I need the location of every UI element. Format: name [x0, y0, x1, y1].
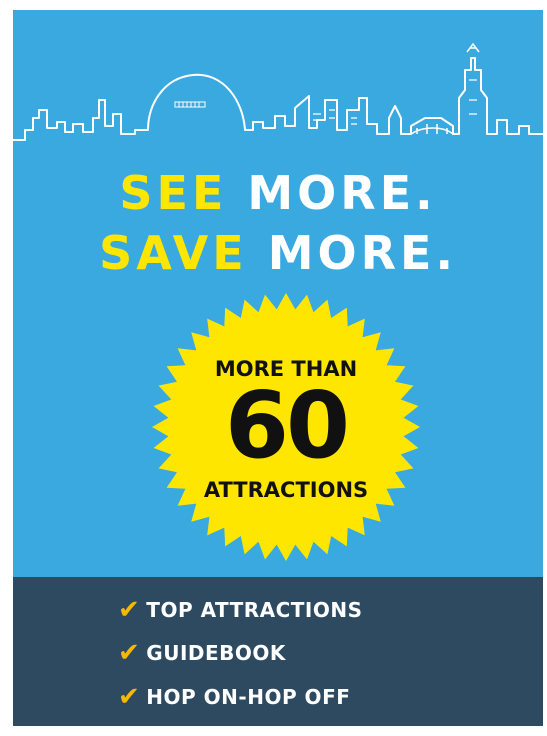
- feature-item-hop-on-hop-off: ✔ HOP ON-HOP OFF: [118, 684, 350, 710]
- promo-card: SEE MORE. SAVE MORE. MORE THAN 60 ATTRAC…: [13, 10, 543, 726]
- headline-more-word-2: MORE.: [267, 226, 457, 280]
- city-skyline-illustration: [13, 42, 543, 141]
- feature-label: TOP ATTRACTIONS: [146, 598, 363, 622]
- badge-bottom-text: ATTRACTIONS: [203, 478, 369, 502]
- feature-label: GUIDEBOOK: [146, 641, 286, 665]
- feature-item-guidebook: ✔ GUIDEBOOK: [118, 640, 286, 666]
- checkmark-icon: ✔: [118, 595, 141, 625]
- headline-see-more: SEE MORE.: [13, 170, 543, 216]
- attractions-badge: MORE THAN 60 ATTRACTIONS: [151, 292, 421, 562]
- feature-item-top-attractions: ✔ TOP ATTRACTIONS: [118, 597, 363, 623]
- checkmark-icon: ✔: [118, 638, 141, 668]
- headline-see-word: SEE: [119, 166, 228, 220]
- features-footer: ✔ TOP ATTRACTIONS ✔ GUIDEBOOK ✔ HOP ON-H…: [13, 577, 543, 726]
- feature-label: HOP ON-HOP OFF: [146, 685, 351, 709]
- checkmark-icon: ✔: [118, 682, 141, 712]
- headline-save-word: SAVE: [99, 226, 248, 280]
- badge-number: 60: [224, 372, 350, 479]
- headline-more-word: MORE.: [247, 166, 437, 220]
- headline-save-more: SAVE MORE.: [13, 230, 543, 276]
